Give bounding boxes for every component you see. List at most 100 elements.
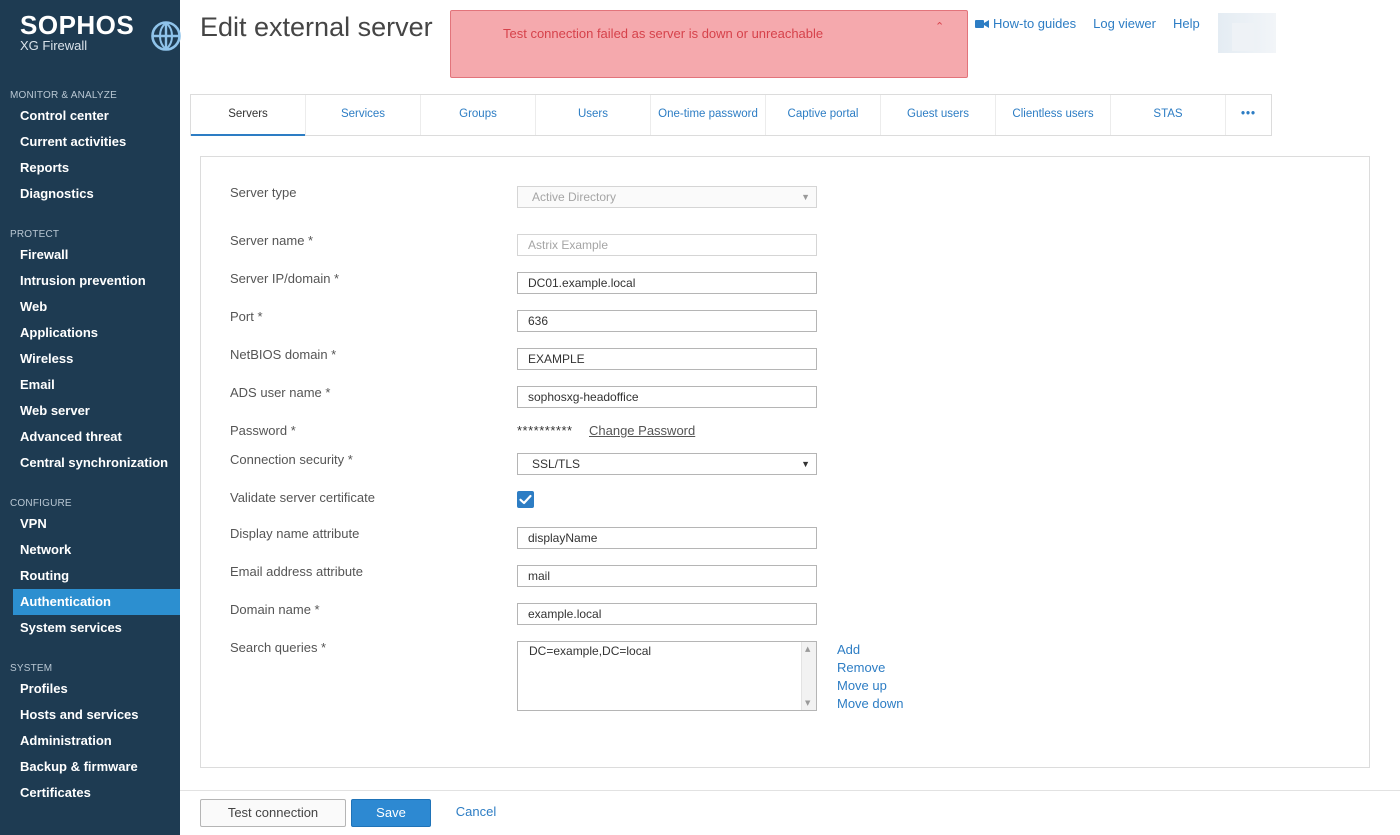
nav-heading: SYSTEM [10,663,53,674]
nav-section-monitor: MONITOR & ANALYZE Control center Current… [0,89,180,207]
port-input[interactable]: 636 [517,310,817,332]
nav-item-network[interactable]: Network [0,537,180,563]
tab-clientless-users[interactable]: Clientless users [996,95,1111,135]
tab-guest-users[interactable]: Guest users [881,95,996,135]
change-password-link[interactable]: Change Password [589,423,695,438]
nav-heading: PROTECT [10,229,60,240]
tab-stas[interactable]: STAS [1111,95,1226,135]
brand-logo[interactable]: SOPHOS XG Firewall [20,10,181,53]
nav-item-firewall[interactable]: Firewall [0,242,180,268]
tab-groups[interactable]: Groups [421,95,536,135]
nav-item-profiles[interactable]: Profiles [0,676,180,702]
domain-name-input[interactable]: example.local [517,603,817,625]
error-alert: Test connection failed as server is down… [450,10,968,78]
domain-name-label: Domain name * [230,602,320,617]
server-ip-input[interactable]: DC01.example.local [517,272,817,294]
search-queries-actions: Add Remove Move up Move down [837,641,903,713]
cancel-button[interactable]: Cancel [440,799,512,827]
nav-item-applications[interactable]: Applications [0,320,180,346]
checkmark-icon [519,494,532,505]
caret-down-icon: ▼ [801,459,810,469]
alert-message: Test connection failed as server is down… [503,26,824,41]
nav-item-administration[interactable]: Administration [0,728,180,754]
tab-users[interactable]: Users [536,95,651,135]
server-ip-label: Server IP/domain * [230,271,340,286]
video-camera-icon [975,19,989,28]
nav-item-hosts-services[interactable]: Hosts and services [0,702,180,728]
scrollbar[interactable]: ▲ ▼ [801,642,816,710]
nav-item-web-server[interactable]: Web server [0,398,180,424]
help-link[interactable]: Help [1173,16,1200,31]
server-type-value: Active Directory [532,190,617,204]
howto-label: How-to guides [993,16,1077,31]
nav-section-configure: CONFIGURE VPN Network Routing Authentica… [0,497,180,641]
password-label: Password * [230,423,296,438]
validate-cert-checkbox[interactable] [517,491,534,508]
move-down-link[interactable]: Move down [837,695,903,713]
test-connection-button[interactable]: Test connection [200,799,346,827]
nav-item-current-activities[interactable]: Current activities [0,129,180,155]
nav-item-vpn[interactable]: VPN [0,511,180,537]
nav-item-email[interactable]: Email [0,372,180,398]
howto-guides-link[interactable]: How-to guides [975,16,1076,31]
nav-item-web[interactable]: Web [0,294,180,320]
nav-item-system-services[interactable]: System services [0,615,180,641]
nav-item-intrusion-prevention[interactable]: Intrusion prevention [0,268,180,294]
email-attr-input[interactable]: mail [517,565,817,587]
nav-item-routing[interactable]: Routing [0,563,180,589]
server-type-label: Server type [230,185,297,200]
tab-captive-portal[interactable]: Captive portal [766,95,881,135]
add-query-link[interactable]: Add [837,641,903,659]
nav-section-system: SYSTEM Profiles Hosts and services Admin… [0,662,180,806]
conn-security-label: Connection security * [230,452,353,467]
brand-product: XG Firewall [20,38,88,53]
nav-item-reports[interactable]: Reports [0,155,180,181]
brand-name: SOPHOS [20,10,135,40]
nav-item-authentication[interactable]: Authentication [13,589,180,615]
search-queries-list[interactable]: DC=example,DC=local ▲ ▼ [517,641,817,711]
save-button[interactable]: Save [351,799,431,827]
nav-item-control-center[interactable]: Control center [0,103,180,129]
nav-item-central-sync[interactable]: Central synchronization [0,450,180,476]
more-tabs-icon[interactable]: ••• [1226,95,1271,135]
display-attr-input[interactable]: displayName [517,527,817,549]
tab-one-time-password[interactable]: One-time password [651,95,766,135]
nav-item-wireless[interactable]: Wireless [0,346,180,372]
conn-security-select[interactable]: SSL/TLS ▼ [517,453,817,475]
port-label: Port * [230,309,263,324]
scroll-up-icon[interactable]: ▲ [805,645,810,653]
tab-bar: Servers Services Groups Users One-time p… [190,94,1272,136]
nav-item-certificates[interactable]: Certificates [0,780,180,806]
caret-down-icon: ▼ [801,192,810,202]
log-viewer-link[interactable]: Log viewer [1093,16,1156,31]
globe-logo-icon [151,21,181,51]
scroll-down-icon[interactable]: ▼ [805,699,810,707]
tab-services[interactable]: Services [306,95,421,135]
ads-user-input[interactable]: sophosxg-headoffice [517,386,817,408]
nav-item-advanced-threat[interactable]: Advanced threat [0,424,180,450]
netbios-input[interactable]: EXAMPLE [517,348,817,370]
server-name-input: Astrix Example [517,234,817,256]
sidebar: SOPHOS XG Firewall MONITOR & ANALYZE Con… [0,0,181,835]
move-up-link[interactable]: Move up [837,677,903,695]
display-attr-label: Display name attribute [230,526,360,541]
chevron-double-up-icon[interactable]: ⌃ [935,20,944,33]
tab-servers[interactable]: Servers [191,95,306,136]
search-queries-label: Search queries * [230,640,327,655]
password-mask: ********** [517,423,573,438]
server-type-select: Active Directory ▼ [517,186,817,208]
server-name-label: Server name * [230,233,314,248]
nav-item-backup-firmware[interactable]: Backup & firmware [0,754,180,780]
user-avatar[interactable] [1218,13,1276,53]
nav-item-diagnostics[interactable]: Diagnostics [0,181,180,207]
footer-divider [180,790,1400,791]
form-panel: Server type Active Directory ▼ Server na… [200,156,1370,768]
remove-query-link[interactable]: Remove [837,659,903,677]
conn-security-value: SSL/TLS [532,457,581,471]
nav-heading: CONFIGURE [10,498,72,509]
ads-user-label: ADS user name * [230,385,331,400]
page-title: Edit external server [200,12,433,42]
search-query-item[interactable]: DC=example,DC=local [529,644,651,658]
nav-heading: MONITOR & ANALYZE [10,90,117,101]
email-attr-label: Email address attribute [230,564,363,579]
